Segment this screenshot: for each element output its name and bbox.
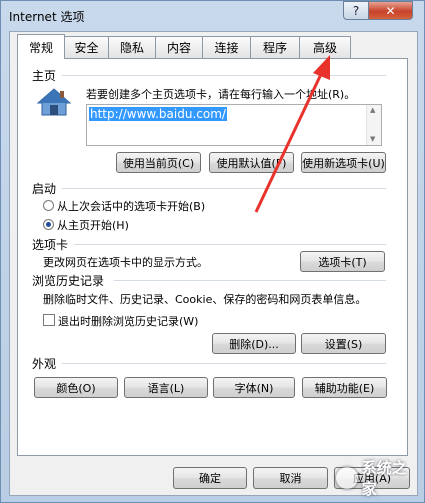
- fonts-button[interactable]: 字体(N): [213, 377, 295, 398]
- scroll-down-icon: ▼: [370, 135, 376, 143]
- colors-button[interactable]: 颜色(O): [34, 377, 118, 398]
- use-current-button[interactable]: 使用当前页(C): [116, 152, 201, 173]
- watermark-text: 系统之家: [361, 459, 407, 498]
- home-page-heading: 主页: [32, 69, 57, 83]
- house-icon: [36, 88, 72, 116]
- tabs-divider: [74, 244, 386, 245]
- use-default-button[interactable]: 使用默认值(F): [209, 152, 294, 173]
- home-page-url-textarea[interactable]: http://www.baidu.com/ ▲ ▼: [86, 104, 382, 146]
- delete-history-button[interactable]: 删除(D)...: [212, 333, 296, 354]
- delete-on-exit-checkbox[interactable]: [43, 314, 55, 326]
- startup-heading: 启动: [32, 182, 57, 196]
- radio-home-page[interactable]: [43, 219, 54, 230]
- home-page-description: 若要创建多个主页选项卡，请在每行输入一个地址(R)。: [86, 88, 356, 101]
- home-page-url: http://www.baidu.com/: [89, 107, 227, 121]
- delete-on-exit-label: 退出时删除浏览历史记录(W): [58, 315, 199, 328]
- ok-button[interactable]: 确定: [173, 467, 247, 489]
- appearance-divider: [62, 363, 386, 364]
- textarea-scrollbar[interactable]: ▲ ▼: [366, 105, 381, 145]
- home-page-divider: [62, 75, 386, 76]
- cancel-button[interactable]: 取消: [253, 467, 328, 489]
- radio-last-session-label: 从上次会话中的选项卡开始(B): [57, 200, 206, 213]
- radio-home-page-label: 从主页开始(H): [57, 219, 129, 232]
- use-new-tab-button[interactable]: 使用新选项卡(U): [301, 152, 386, 173]
- scroll-up-icon: ▲: [370, 106, 376, 114]
- watermark: 系统之家: [336, 459, 416, 498]
- history-settings-button[interactable]: 设置(S): [301, 333, 386, 354]
- languages-button[interactable]: 语言(L): [124, 377, 208, 398]
- history-heading: 浏览历史记录: [32, 274, 105, 288]
- tabs-heading: 选项卡: [32, 238, 69, 252]
- radio-last-session[interactable]: [43, 200, 54, 211]
- startup-divider: [62, 188, 386, 189]
- history-description: 删除临时文件、历史记录、Cookie、保存的密码和网页表单信息。: [43, 293, 367, 306]
- appearance-heading: 外观: [32, 357, 57, 371]
- tabs-description: 更改网页在选项卡中的显示方式。: [43, 256, 208, 269]
- history-divider: [114, 280, 386, 281]
- tabs-settings-button[interactable]: 选项卡(T): [300, 251, 385, 272]
- watermark-logo-icon: [336, 467, 358, 489]
- accessibility-button[interactable]: 辅助功能(E): [302, 377, 387, 398]
